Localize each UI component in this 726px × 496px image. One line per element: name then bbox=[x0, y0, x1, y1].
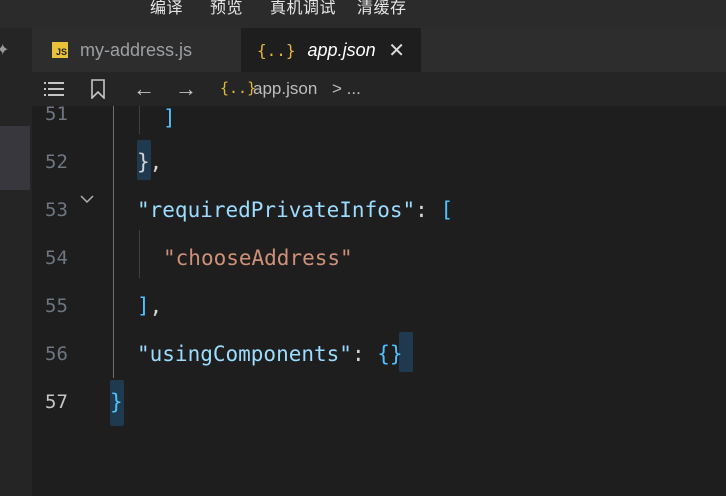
tab-label: app.json bbox=[307, 39, 376, 60]
breadcrumb-file[interactable]: app.json bbox=[253, 79, 317, 99]
line-number: 53 bbox=[45, 199, 68, 221]
code-area[interactable]: ] }, "requiredPrivateInfos": [ "chooseAd… bbox=[110, 106, 726, 496]
code-editor[interactable]: 51 52 53 54 55 56 57 ] }, "requiredPriva… bbox=[32, 106, 726, 496]
close-icon[interactable]: ✕ bbox=[388, 38, 405, 63]
back-arrow-icon[interactable]: ← bbox=[133, 76, 155, 102]
preview-button[interactable]: 预览 bbox=[210, 0, 243, 18]
indent-guide bbox=[139, 106, 140, 134]
list-icon[interactable] bbox=[44, 81, 64, 97]
line-number: 55 bbox=[45, 295, 68, 317]
tab-my-address-js[interactable]: JS my-address.js bbox=[32, 28, 239, 72]
indent-guide bbox=[113, 106, 114, 378]
editor-tab-bar: JS my-address.js {..} app.json ✕ bbox=[32, 28, 726, 72]
line-number: 51 bbox=[45, 106, 68, 125]
json-file-icon: {..} bbox=[220, 79, 257, 97]
code-line-55: ], bbox=[137, 294, 163, 318]
json-file-icon: {..} bbox=[257, 40, 296, 60]
line-number: 54 bbox=[45, 247, 68, 269]
top-toolbar: 编译 预览 真机调试 清缓存 bbox=[0, 0, 726, 28]
line-number-current: 57 bbox=[45, 391, 68, 413]
code-line-57: } bbox=[110, 390, 123, 414]
pin-icon[interactable]: ✦ bbox=[0, 40, 9, 60]
tab-app-json[interactable]: {..} app.json ✕ bbox=[241, 28, 421, 72]
code-line-54: "chooseAddress" bbox=[163, 246, 353, 270]
code-line-56: "usingComponents": {} bbox=[137, 342, 403, 366]
sidebar-selected-item[interactable] bbox=[0, 126, 30, 190]
clear-cache-button[interactable]: 清缓存 bbox=[357, 0, 407, 18]
tab-label: my-address.js bbox=[80, 39, 193, 60]
breadcrumb: ← → {..} app.json > ... bbox=[32, 72, 726, 106]
indent-guide bbox=[139, 230, 140, 278]
compile-button[interactable]: 编译 bbox=[150, 0, 183, 18]
js-file-icon: JS bbox=[52, 42, 68, 58]
left-sidebar: ✦ bbox=[0, 28, 32, 496]
remote-debug-button[interactable]: 真机调试 bbox=[270, 0, 336, 18]
code-line-53: "requiredPrivateInfos": [ bbox=[137, 198, 454, 222]
breadcrumb-tail[interactable]: > ... bbox=[332, 79, 361, 99]
forward-arrow-icon[interactable]: → bbox=[175, 76, 197, 102]
line-number-gutter: 51 52 53 54 55 56 57 bbox=[32, 106, 110, 496]
chevron-down-icon[interactable] bbox=[80, 194, 94, 204]
bookmark-icon[interactable] bbox=[91, 79, 105, 99]
code-line-52: }, bbox=[137, 150, 163, 174]
code-line-51: ] bbox=[163, 106, 176, 130]
line-number: 56 bbox=[45, 343, 68, 365]
line-number: 52 bbox=[45, 151, 68, 173]
